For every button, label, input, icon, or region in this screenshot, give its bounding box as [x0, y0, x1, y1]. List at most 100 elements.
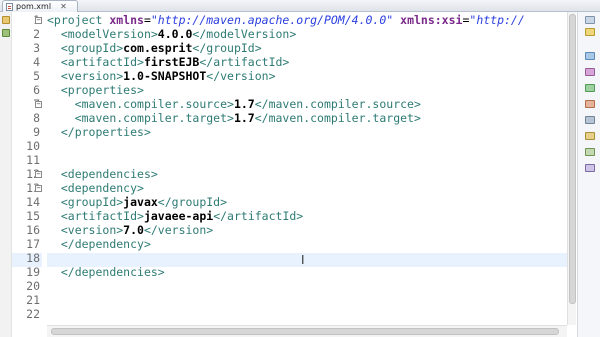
line-number: 21 — [26, 293, 40, 307]
code-line-15: <artifactId>javaee-api</artifactId> — [47, 209, 303, 223]
task-list-icon[interactable] — [585, 52, 595, 60]
right-toolbar-trim — [577, 12, 600, 337]
xml-tag: <groupId> — [60, 195, 124, 209]
code-line-16: <version>7.0</version> — [47, 223, 213, 237]
code-line-6: <properties> — [47, 83, 144, 97]
connections-icon[interactable] — [585, 68, 595, 76]
vertical-scroll-thumb[interactable] — [569, 14, 576, 304]
horizontal-scrollbar[interactable] — [47, 325, 567, 337]
fold-toggle-line-7[interactable]: − — [35, 101, 42, 108]
xml-text: 1.7 — [233, 97, 255, 111]
xml-tag: </dependencies> — [60, 265, 165, 279]
line-number: 20 — [26, 279, 40, 293]
line-number: 15 — [26, 209, 40, 223]
line-number: 18 — [26, 251, 40, 265]
search-view-icon[interactable] — [585, 132, 595, 140]
code-line-14: <groupId>javax</groupId> — [47, 195, 227, 209]
tab-pom-xml[interactable]: pom.xml ✕ — [2, 0, 78, 12]
line-number: 17 — [26, 237, 40, 251]
text-cursor-icon: I — [301, 253, 305, 267]
xml-tag: </groupId> — [157, 195, 228, 209]
xml-tag: </properties> — [60, 125, 151, 139]
tab-title: pom.xml — [16, 2, 52, 11]
xml-text: com.esprit — [123, 41, 193, 55]
xml-tag: <version> — [60, 223, 124, 237]
line-number: 19 — [26, 265, 40, 279]
history-icon[interactable] — [585, 164, 595, 172]
code-editor[interactable]: <project xmlns="http://maven.apache.org/… — [47, 13, 567, 323]
vertical-scrollbar[interactable] — [567, 12, 576, 325]
xml-tag: <version> — [60, 69, 124, 83]
restore-icon[interactable] — [585, 16, 595, 24]
line-number: 6 — [33, 83, 40, 97]
line-number: 3 — [33, 41, 40, 55]
folder-icon[interactable] — [2, 16, 10, 24]
xml-attribute: xmlns:xsi — [400, 13, 463, 27]
xml-text: 7.0 — [123, 223, 144, 237]
code-line-4: <artifactId>firstEJB</artifactId> — [47, 55, 290, 69]
xml-tag: <artifactId> — [60, 55, 144, 69]
xml-text: javaee-api — [143, 209, 214, 223]
code-line-9: </properties> — [47, 125, 151, 139]
xml-tag: </maven.compiler.target> — [254, 111, 421, 125]
xml-attribute: xmlns — [109, 13, 144, 27]
progress-icon[interactable] — [585, 148, 595, 156]
line-number: 4 — [33, 55, 40, 69]
xml-tag: <groupId> — [60, 41, 124, 55]
xml-tag: </modelVersion> — [192, 27, 297, 41]
code-line-8: <maven.compiler.target>1.7</maven.compil… — [47, 111, 421, 125]
code-line-3: <groupId>com.esprit</groupId> — [47, 41, 262, 55]
line-number: 8 — [33, 111, 40, 125]
code-line-19: </dependencies> — [47, 265, 165, 279]
line-number-ruler: 1 2 3 4 5 6 7 8 9 10 11 12 13 14 15 16 1… — [12, 13, 42, 323]
problems-icon[interactable] — [585, 100, 595, 108]
xml-tag: </maven.compiler.source> — [254, 97, 421, 111]
line-number: 16 — [26, 223, 40, 237]
xml-tag: </version> — [143, 223, 214, 237]
fold-toggle-line-13[interactable]: − — [35, 185, 42, 192]
xml-attribute-value: "http:// — [469, 13, 525, 27]
servers-icon[interactable] — [585, 116, 595, 124]
code-line-1: <project xmlns="http://maven.apache.org/… — [47, 13, 525, 27]
code-line-13: <dependency> — [47, 181, 144, 195]
xml-tag: <modelVersion> — [60, 27, 158, 41]
xml-file-icon — [6, 2, 13, 11]
fold-toggle-line-12[interactable]: − — [35, 171, 42, 178]
xml-tag: </version> — [206, 69, 276, 83]
console-icon[interactable] — [585, 84, 595, 92]
line-number: 22 — [26, 307, 40, 321]
xml-text: javax — [123, 195, 158, 209]
xml-attribute-value: "http://maven.apache.org/POM/4.0.0" — [150, 13, 394, 27]
xml-tag: </groupId> — [192, 41, 262, 55]
horizontal-scroll-thumb[interactable] — [51, 328, 559, 335]
xml-tag: <artifactId> — [60, 209, 144, 223]
package-icon[interactable] — [2, 29, 10, 37]
editor-tab-bar: pom.xml ✕ — [0, 0, 600, 12]
xml-text: firstEJB — [143, 55, 200, 69]
outline-icon[interactable] — [585, 28, 595, 36]
xml-tag: <properties> — [60, 83, 144, 97]
xml-tag: </dependency> — [60, 237, 151, 251]
code-line-12: <dependencies> — [47, 167, 158, 181]
line-number: 9 — [33, 125, 40, 139]
close-icon[interactable]: ✕ — [60, 2, 67, 11]
code-line-7: <maven.compiler.source>1.7</maven.compil… — [47, 97, 421, 111]
fold-toggle-line-1[interactable]: − — [35, 17, 42, 24]
line-number: 14 — [26, 195, 40, 209]
line-number: 2 — [33, 27, 40, 41]
xml-tag: <dependencies> — [60, 167, 158, 181]
line-number: 11 — [26, 153, 40, 167]
